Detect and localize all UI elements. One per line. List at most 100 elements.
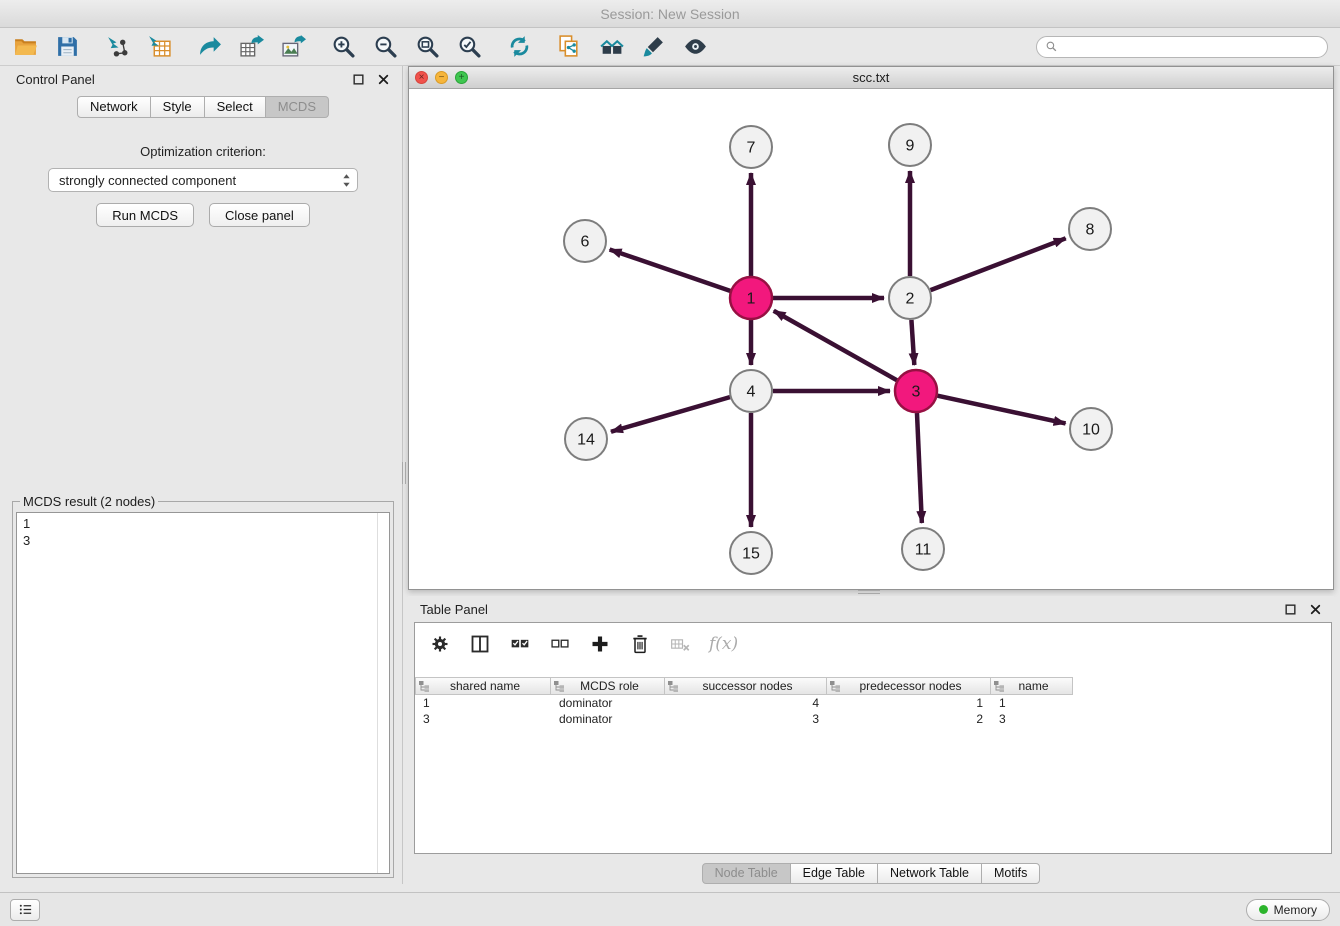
search-box[interactable]: [1036, 36, 1328, 58]
network-window: ×−+ scc.txt 7 9 6 8 1 2 4 3 14 10 15 11: [408, 66, 1334, 590]
panel-list-button[interactable]: [10, 899, 40, 921]
svg-text:8: 8: [1086, 222, 1095, 239]
gear-icon[interactable]: [429, 633, 451, 655]
zoom-out-icon[interactable]: [372, 34, 398, 60]
export-table-icon[interactable]: [238, 34, 264, 60]
zoom-in-icon[interactable]: [330, 34, 356, 60]
graph-node-4[interactable]: 4: [730, 370, 772, 412]
column-header-predecessor-nodes[interactable]: predecessor nodes: [827, 677, 991, 695]
export-image-icon[interactable]: [280, 34, 306, 60]
columns-icon[interactable]: [469, 633, 491, 655]
graph-node-11[interactable]: 11: [902, 528, 944, 570]
select-all-icon[interactable]: [509, 633, 531, 655]
svg-text:15: 15: [742, 546, 760, 563]
memory-button[interactable]: Memory: [1246, 899, 1330, 921]
tab-style[interactable]: Style: [151, 96, 205, 118]
graph-node-1[interactable]: 1: [730, 277, 772, 319]
column-header-MCDS-role[interactable]: MCDS role: [551, 677, 665, 695]
vertical-splitter-handle[interactable]: [402, 462, 406, 484]
list-icon: [18, 902, 33, 917]
graph-node-15[interactable]: 15: [730, 532, 772, 574]
run-mcds-button[interactable]: Run MCDS: [96, 203, 194, 227]
tab-network-table[interactable]: Network Table: [878, 863, 982, 884]
zoom-selected-icon[interactable]: [456, 34, 482, 60]
table-cell: 1: [991, 695, 1073, 711]
table-row[interactable]: 3dominator323: [415, 711, 1331, 727]
svg-text:11: 11: [915, 542, 932, 559]
ndex-home-icon[interactable]: [598, 34, 624, 60]
mcds-result-list[interactable]: 13: [16, 512, 390, 874]
minimize-window-icon[interactable]: −: [435, 71, 448, 84]
table-panel-float-icon[interactable]: [1284, 603, 1297, 616]
toolbar-group: [330, 34, 482, 60]
toolbar-group: [556, 34, 708, 60]
graph-node-3[interactable]: 3: [895, 370, 937, 412]
svg-text:6: 6: [581, 234, 590, 251]
svg-text:1: 1: [747, 291, 756, 308]
zoom-fit-icon[interactable]: [414, 34, 440, 60]
graph-node-14[interactable]: 14: [565, 418, 607, 460]
tab-select[interactable]: Select: [205, 96, 266, 118]
tab-node-table[interactable]: Node Table: [702, 863, 791, 884]
network-window-titlebar[interactable]: ×−+ scc.txt: [409, 67, 1333, 89]
tab-edge-table[interactable]: Edge Table: [791, 863, 878, 884]
horizontal-splitter-handle[interactable]: [858, 590, 880, 594]
tab-motifs[interactable]: Motifs: [982, 863, 1040, 884]
close-window-icon[interactable]: ×: [415, 71, 428, 84]
graph-node-6[interactable]: 6: [564, 220, 606, 262]
graph-node-9[interactable]: 9: [889, 124, 931, 166]
function-builder-button: f(x): [709, 634, 738, 654]
column-header-successor-nodes[interactable]: successor nodes: [665, 677, 827, 695]
graph-edge-1-6[interactable]: [610, 249, 731, 290]
graph-edge-3-10[interactable]: [937, 396, 1065, 424]
close-panel-button[interactable]: Close panel: [209, 203, 310, 227]
table-row[interactable]: 1dominator411: [415, 695, 1331, 711]
column-header-shared-name[interactable]: shared name: [415, 677, 551, 695]
import-table-icon[interactable]: [146, 34, 172, 60]
graph-node-10[interactable]: 10: [1070, 408, 1112, 450]
graph-edge-3-1[interactable]: [774, 311, 897, 380]
column-header-name[interactable]: name: [991, 677, 1073, 695]
graph-edge-3-11[interactable]: [917, 413, 922, 523]
table-cell: dominator: [551, 711, 665, 727]
criterion-value: strongly connected component: [59, 173, 236, 188]
network-window-title: scc.txt: [409, 70, 1333, 85]
table-cell: 4: [665, 695, 827, 711]
import-network-icon[interactable]: [104, 34, 130, 60]
save-session-icon[interactable]: [54, 34, 80, 60]
criterion-select[interactable]: strongly connected component: [48, 168, 358, 192]
control-panel-float-icon[interactable]: [352, 73, 365, 86]
tab-network[interactable]: Network: [77, 96, 151, 118]
open-session-icon[interactable]: [12, 34, 38, 60]
svg-text:2: 2: [906, 291, 915, 308]
memory-label: Memory: [1274, 903, 1317, 917]
table-cell: dominator: [551, 695, 665, 711]
search-input[interactable]: [1064, 40, 1319, 54]
svg-text:10: 10: [1082, 422, 1100, 439]
tab-mcds[interactable]: MCDS: [266, 96, 329, 118]
column-label: shared name: [432, 679, 550, 693]
graph-edge-4-14[interactable]: [611, 397, 730, 432]
optimization-label: Optimization criterion:: [4, 144, 402, 159]
table-panel-title: Table Panel: [420, 602, 488, 617]
deselect-all-icon[interactable]: [549, 633, 571, 655]
svg-text:9: 9: [906, 138, 915, 155]
delete-row-icon[interactable]: [629, 633, 651, 655]
control-panel-title: Control Panel: [16, 72, 95, 87]
network-canvas[interactable]: 7 9 6 8 1 2 4 3 14 10 15 11: [409, 89, 1333, 589]
control-panel-close-icon[interactable]: [377, 73, 390, 86]
graph-node-8[interactable]: 8: [1069, 208, 1111, 250]
show-hide-icon[interactable]: [682, 34, 708, 60]
add-row-icon[interactable]: [589, 633, 611, 655]
graph-node-7[interactable]: 7: [730, 126, 772, 168]
refresh-icon[interactable]: [506, 34, 532, 60]
apply-style-icon[interactable]: [640, 34, 666, 60]
table-panel-close-icon[interactable]: [1309, 603, 1322, 616]
share-document-icon[interactable]: [556, 34, 582, 60]
export-network-icon[interactable]: [196, 34, 222, 60]
graph-node-2[interactable]: 2: [889, 277, 931, 319]
graph-edge-2-8[interactable]: [931, 238, 1066, 290]
zoom-window-icon[interactable]: +: [455, 71, 468, 84]
delete-column-icon: [669, 633, 691, 655]
graph-edge-2-3[interactable]: [911, 320, 914, 365]
